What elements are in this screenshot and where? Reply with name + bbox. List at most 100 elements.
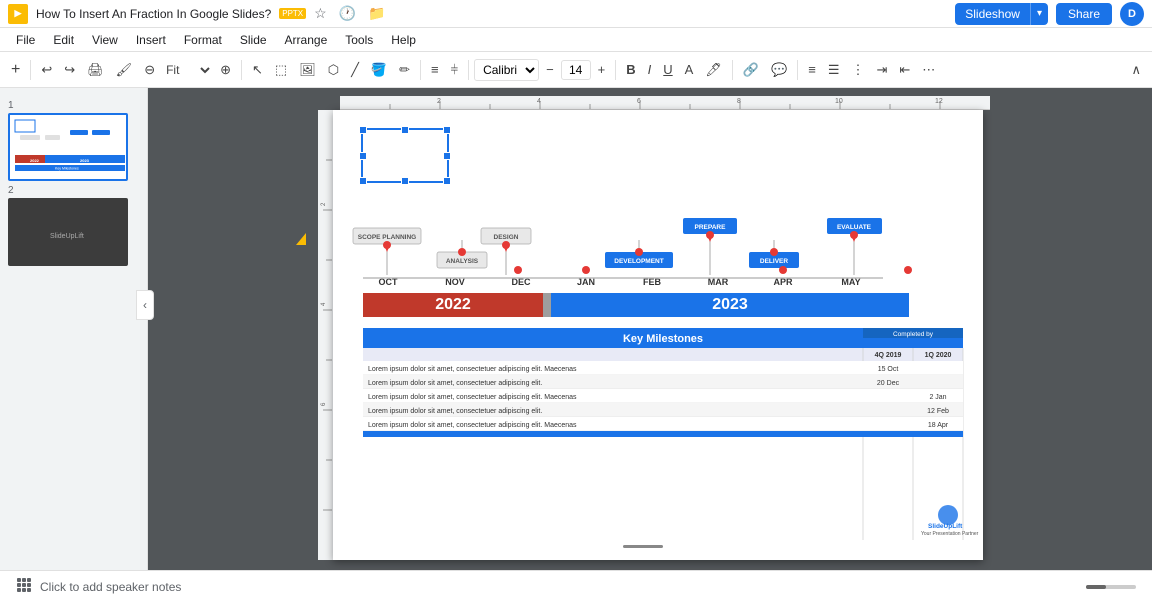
- divider2: [241, 60, 242, 80]
- print-button[interactable]: 🖨: [82, 59, 109, 81]
- redo-button[interactable]: ↪: [59, 59, 80, 81]
- font-size-input[interactable]: [561, 60, 591, 80]
- divider5: [615, 60, 616, 80]
- bold-button[interactable]: B: [621, 59, 640, 80]
- collapse-panel-button[interactable]: ‹: [136, 290, 154, 320]
- slideshow-arrow-button[interactable]: ▾: [1030, 3, 1048, 25]
- line-tool[interactable]: ╱: [346, 59, 364, 81]
- svg-text:1Q 2020: 1Q 2020: [924, 352, 951, 359]
- list-button[interactable]: ☰: [823, 59, 845, 81]
- zoom-out-button[interactable]: ⊖: [139, 59, 160, 81]
- italic-button[interactable]: I: [643, 59, 657, 80]
- select-rect-tool[interactable]: ⬚: [270, 59, 292, 81]
- svg-text:SlideUpLift: SlideUpLift: [928, 523, 963, 530]
- handle-tr[interactable]: [443, 126, 451, 134]
- toolbar: + ↩ ↪ 🖨 🖌 ⊖ Fit50%100% ⊕ ↖ ⬚ 🖼 ⬡ ╱ 🪣 ✏ ≡…: [0, 52, 1152, 88]
- align-right[interactable]: ⫩: [446, 59, 463, 81]
- handle-tm[interactable]: [401, 126, 409, 134]
- svg-text:Key Milestones: Key Milestones: [622, 333, 702, 345]
- handle-br[interactable]: [443, 177, 451, 185]
- ruler-vertical: 2 4 6: [318, 110, 333, 560]
- slide-svg-2: SlideUpLift: [10, 200, 128, 266]
- svg-text:18 Apr: 18 Apr: [927, 422, 948, 429]
- star-button[interactable]: ☆: [310, 3, 331, 24]
- svg-text:Lorem ipsum dolor sit amet, co: Lorem ipsum dolor sit amet, consectetuer…: [368, 380, 542, 387]
- ruler-corner: [325, 96, 340, 110]
- highlight-button[interactable]: 🖊: [700, 59, 727, 81]
- share-button[interactable]: Share: [1056, 3, 1112, 25]
- align-center[interactable]: ≡: [426, 59, 444, 80]
- top-bar: ▶ How To Insert An Fraction In Google Sl…: [0, 0, 1152, 28]
- outdent-button[interactable]: ⇤: [894, 59, 915, 81]
- more-button[interactable]: ⋯: [917, 59, 940, 81]
- menu-slide[interactable]: Slide: [232, 31, 275, 49]
- ruler-horizontal: 2 4 6 8 10 12: [340, 96, 990, 110]
- svg-text:DESIGN: DESIGN: [493, 234, 518, 241]
- speaker-notes-placeholder[interactable]: Click to add speaker notes: [40, 580, 1086, 594]
- font-size-increase[interactable]: +: [593, 59, 611, 80]
- link-button[interactable]: 🔗: [738, 59, 764, 81]
- grid-apps-icon[interactable]: [16, 577, 32, 596]
- paint-format-button[interactable]: 🖌: [111, 59, 138, 81]
- menu-insert[interactable]: Insert: [128, 31, 174, 49]
- color-bucket[interactable]: 🪣: [366, 59, 392, 81]
- menu-edit[interactable]: Edit: [45, 31, 82, 49]
- handle-ml[interactable]: [359, 152, 367, 160]
- slide-preview-2: SlideUpLift: [8, 198, 128, 266]
- menu-tools[interactable]: Tools: [337, 31, 381, 49]
- app-icon: ▶: [8, 4, 28, 24]
- svg-text:2: 2: [437, 98, 441, 105]
- svg-text:PREPARE: PREPARE: [694, 224, 726, 231]
- font-color-button[interactable]: A: [680, 59, 699, 80]
- divider1: [30, 60, 31, 80]
- indent-button[interactable]: ⇥: [871, 59, 892, 81]
- handle-tl[interactable]: [359, 126, 367, 134]
- underline-button[interactable]: U: [658, 59, 677, 80]
- font-select[interactable]: Calibri: [474, 59, 539, 81]
- add-button[interactable]: +: [6, 58, 25, 82]
- shape-tool[interactable]: ⬡: [323, 59, 344, 81]
- divider4: [468, 60, 469, 80]
- svg-text:Lorem ipsum dolor sit amet, co: Lorem ipsum dolor sit amet, consectetuer…: [368, 422, 577, 429]
- ordered-list-button[interactable]: ⋮: [846, 59, 869, 81]
- menu-format[interactable]: Format: [176, 31, 230, 49]
- history-button[interactable]: 🕐: [335, 3, 360, 24]
- menu-bar: File Edit View Insert Format Slide Arran…: [0, 28, 1152, 52]
- slide-thumb-2[interactable]: 2 SlideUpLift: [8, 185, 139, 266]
- svg-text:20 Dec: 20 Dec: [876, 380, 899, 387]
- slideshow-main-button[interactable]: Slideshow: [955, 3, 1030, 25]
- image-tool[interactable]: 🖼: [294, 59, 321, 81]
- zoom-select[interactable]: Fit50%100%: [162, 62, 213, 78]
- menu-view[interactable]: View: [84, 31, 126, 49]
- folder-button[interactable]: 📁: [364, 3, 389, 24]
- svg-text:8: 8: [737, 98, 741, 105]
- slide-progress-indicator: [1086, 585, 1136, 589]
- divider3: [420, 60, 421, 80]
- pencil-tool[interactable]: ✏: [394, 59, 415, 81]
- svg-text:2022: 2022: [435, 296, 471, 313]
- menu-help[interactable]: Help: [383, 31, 424, 49]
- menu-file[interactable]: File: [8, 31, 43, 49]
- menu-arrange[interactable]: Arrange: [277, 31, 336, 49]
- svg-text:4Q 2019: 4Q 2019: [874, 352, 901, 359]
- font-size-decrease[interactable]: −: [541, 59, 559, 80]
- zoom-in-button[interactable]: ⊕: [215, 59, 236, 81]
- bottom-bar-right: [1086, 585, 1136, 589]
- ruler-h-container: 2 4 6 8 10 12: [325, 96, 990, 110]
- svg-text:Lorem ipsum dolor sit amet, co: Lorem ipsum dolor sit amet, consectetuer…: [368, 394, 577, 401]
- handle-bl[interactable]: [359, 177, 367, 185]
- svg-text:2023: 2023: [80, 158, 90, 163]
- collapse-button[interactable]: ∧: [1126, 59, 1146, 81]
- svg-text:ANALYSIS: ANALYSIS: [445, 258, 478, 265]
- svg-text:12 Feb: 12 Feb: [927, 408, 949, 415]
- select-tool[interactable]: ↖: [247, 59, 268, 81]
- slide-canvas[interactable]: OCT NOV DEC JAN FEB MAR APR MAY 2022: [333, 110, 983, 560]
- text-align-button[interactable]: ≡: [803, 59, 821, 80]
- comment-button[interactable]: 💬: [766, 59, 792, 81]
- doc-title: How To Insert An Fraction In Google Slid…: [36, 7, 271, 21]
- handle-bm[interactable]: [401, 177, 409, 185]
- handle-mr[interactable]: [443, 152, 451, 160]
- slide-thumb-1[interactable]: 1 2022 2023 Key Milestones: [8, 100, 139, 181]
- svg-text:2022: 2022: [30, 158, 40, 163]
- undo-button[interactable]: ↩: [36, 59, 57, 81]
